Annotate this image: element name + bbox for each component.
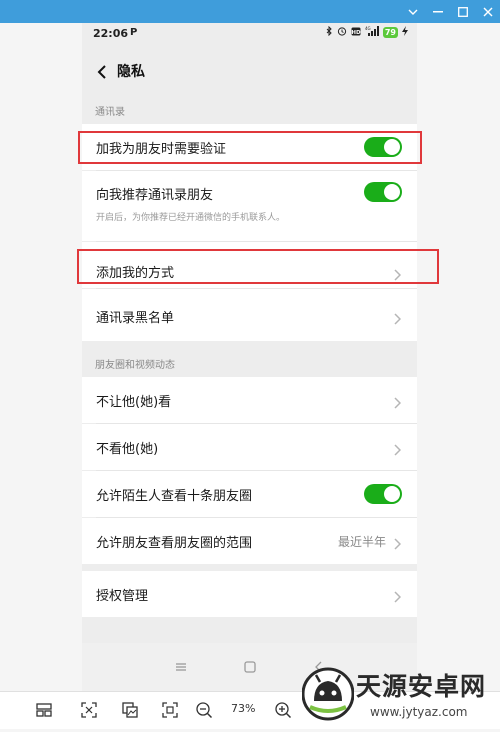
row-hide-their-posts[interactable]: 不看他(她) xyxy=(82,424,417,470)
svg-text:HD: HD xyxy=(351,29,361,35)
chevron-right-icon xyxy=(393,310,402,325)
row-description: 开启后，为你推荐已经开通微信的手机联系人。 xyxy=(96,213,286,223)
header: 隐私 xyxy=(82,53,417,91)
status-time: 22:06 xyxy=(93,27,129,40)
signal-icon: 4G xyxy=(365,26,379,39)
fit-screen-icon[interactable] xyxy=(80,701,98,719)
row-authorization-management[interactable]: 授权管理 xyxy=(82,571,417,617)
back-arrow-icon[interactable] xyxy=(95,64,109,80)
row-hide-my-posts[interactable]: 不让他(她)看 xyxy=(82,377,417,423)
chevron-down-icon[interactable] xyxy=(405,4,421,20)
highlight-box-add-methods xyxy=(77,249,439,284)
row-label: 允许陌生人查看十条朋友圈 xyxy=(96,489,253,504)
layout-icon[interactable] xyxy=(35,701,53,719)
row-label: 通讯录黑名单 xyxy=(96,311,175,326)
alarm-icon xyxy=(337,26,347,39)
row-label: 允许朋友查看朋友圈的范围 xyxy=(96,536,253,551)
watermark-url: www.jytyaz.com xyxy=(370,705,468,719)
status-bar: 22:06 P HD 4G 79 xyxy=(82,23,417,45)
zoom-in-icon[interactable] xyxy=(274,701,292,719)
actual-size-icon[interactable] xyxy=(161,701,179,719)
menu-icon[interactable] xyxy=(173,659,189,675)
section-label-contacts: 通讯录 xyxy=(95,107,125,118)
row-moments-range[interactable]: 允许朋友查看朋友圈的范围 最近半年 xyxy=(82,518,417,564)
close-button[interactable] xyxy=(480,4,496,20)
chevron-right-icon xyxy=(393,588,402,603)
hd-icon: HD xyxy=(351,27,361,39)
android-logo-icon xyxy=(301,657,355,728)
strangers-view-toggle[interactable] xyxy=(364,484,402,504)
image-icon[interactable] xyxy=(121,701,139,719)
moments-range-value: 最近半年 xyxy=(337,535,386,549)
row-label: 授权管理 xyxy=(96,589,149,604)
row-label: 不让他(她)看 xyxy=(96,395,172,410)
chevron-right-icon xyxy=(393,535,402,550)
watermark-name: 天源安卓网 xyxy=(356,672,487,701)
chevron-right-icon xyxy=(393,394,402,409)
bluetooth-icon xyxy=(326,25,333,39)
chevron-right-icon xyxy=(393,441,402,456)
row-label: 向我推荐通讯录朋友 xyxy=(96,188,214,203)
row-blacklist[interactable]: 通讯录黑名单 xyxy=(82,289,417,341)
page-title: 隐私 xyxy=(117,64,145,80)
zoom-level: 73% xyxy=(231,702,256,715)
row-strangers-view-ten[interactable]: 允许陌生人查看十条朋友圈 xyxy=(82,471,417,517)
highlight-box-verification xyxy=(78,131,422,164)
minimize-button[interactable] xyxy=(430,4,446,20)
watermark: 天源安卓网 www.jytyaz.com xyxy=(301,657,500,728)
charging-icon xyxy=(402,26,408,39)
zoom-out-icon[interactable] xyxy=(195,701,213,719)
phone-screen: 22:06 P HD 4G 79 隐私 通讯录 加我为朋友时需要验证 向我推荐通… xyxy=(82,23,417,691)
home-icon[interactable] xyxy=(242,659,258,675)
battery-icon: 79 xyxy=(382,27,398,38)
row-label: 不看他(她) xyxy=(96,442,159,457)
section-label-moments: 朋友圈和视频动态 xyxy=(95,360,175,371)
window-titlebar xyxy=(0,0,500,23)
recommend-contacts-toggle[interactable] xyxy=(364,182,402,202)
row-recommend-contacts[interactable]: 向我推荐通讯录朋友 开启后，为你推荐已经开通微信的手机联系人。 xyxy=(82,171,417,241)
svg-text:4G: 4G xyxy=(365,26,371,31)
parking-icon: P xyxy=(130,27,138,38)
maximize-button[interactable] xyxy=(455,4,471,20)
